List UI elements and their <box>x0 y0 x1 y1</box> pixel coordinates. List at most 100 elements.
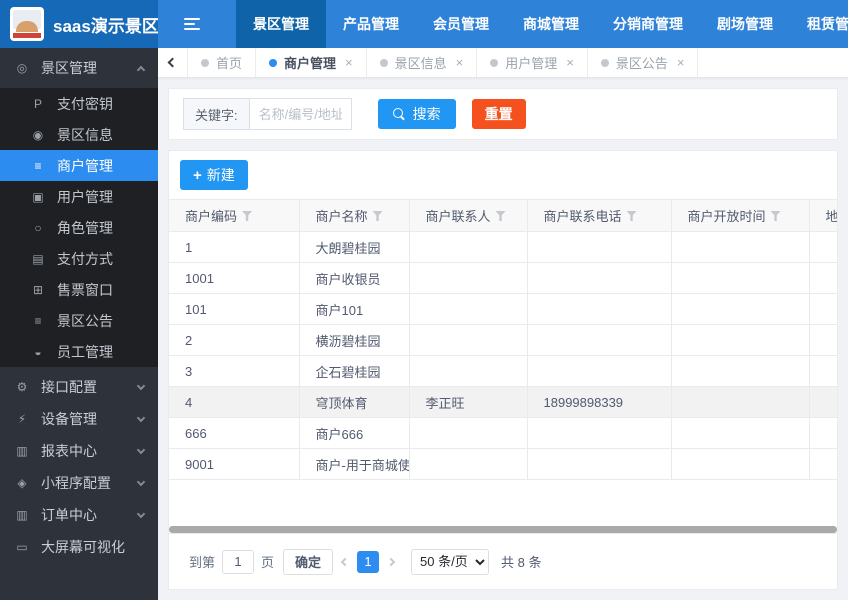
next-page-button[interactable] <box>386 557 396 566</box>
sidebar-item-订单中心[interactable]: ▥ 订单中心 <box>0 499 158 531</box>
top-header: saas演示景区 景区管理产品管理会员管理商城管理分销商管理剧场管理租赁管理 <box>0 0 848 48</box>
table-cell <box>526 355 672 387</box>
sidebar-item-员工管理[interactable]: ◒ 员工管理 <box>0 336 158 367</box>
nav-item-商城管理[interactable]: 商城管理 <box>506 0 596 48</box>
table-cell: 18999898339 <box>526 386 672 418</box>
table-cell: 1001 <box>169 262 300 294</box>
menu-fold-icon[interactable] <box>184 0 200 48</box>
table-cell: 大朗碧桂园 <box>298 231 410 263</box>
reset-button[interactable]: 重置 <box>471 99 526 129</box>
table-body: 1 大朗碧桂园 1001 商户收银员 101 商户101 2 横沥碧桂园 3 企石碧桂园 4 穹顶体育… <box>169 231 837 480</box>
tab-用户管理[interactable]: 用户管理 × <box>477 48 588 77</box>
sidebar-item-接口配置[interactable]: ⚙ 接口配置 <box>0 371 158 403</box>
search-input[interactable] <box>249 98 352 130</box>
table-cell <box>670 262 810 294</box>
column-header-label: 商户编码 <box>185 209 238 224</box>
page-number-input[interactable] <box>222 549 255 574</box>
confirm-button[interactable]: 确定 <box>283 548 334 575</box>
table-cell <box>808 417 837 449</box>
sidebar-item-小程序配置[interactable]: ◈ 小程序配置 <box>0 467 158 499</box>
table-cell: 穹顶体育 <box>298 386 410 418</box>
table-cell: 4 <box>169 386 300 418</box>
filter-icon[interactable] <box>495 211 506 221</box>
tab-景区信息[interactable]: 景区信息 × <box>367 48 478 77</box>
keyword-label: 关键字: <box>183 98 250 130</box>
sidebar-item-售票窗口[interactable]: ⊞ 售票窗口 <box>0 274 158 305</box>
chevron-left-icon <box>340 557 350 566</box>
tab-景区公告[interactable]: 景区公告 × <box>588 48 699 77</box>
staff-icon: ◒ <box>34 344 42 359</box>
pagination: 到第 页 确定 1 50 条/页 共 8 条 <box>169 533 837 589</box>
sidebar-item-大屏幕可视化[interactable]: ▭ 大屏幕可视化 <box>0 531 158 563</box>
order-icon: ▥ <box>16 508 28 522</box>
column-header-商户联系人[interactable]: 商户联系人 <box>408 199 528 232</box>
sidebar-item-角色管理[interactable]: ○ 角色管理 <box>0 212 158 243</box>
sidebar-item-设备管理[interactable]: ⚡ 设备管理 <box>0 403 158 435</box>
tab-首页[interactable]: 首页 <box>188 48 257 77</box>
column-header-label: 商户联系人 <box>425 209 491 224</box>
new-button[interactable]: + 新建 <box>180 160 248 190</box>
tab-dot <box>600 58 609 67</box>
page-size-select[interactable]: 50 条/页 <box>411 548 490 575</box>
sidebar-item-label: 订单中心 <box>41 507 97 523</box>
chevron-down-icon <box>136 413 146 422</box>
sidebar-item-景区公告[interactable]: ≡ 景区公告 <box>0 305 158 336</box>
column-header-商户名称[interactable]: 商户名称 <box>298 199 410 232</box>
sidebar-item-支付方式[interactable]: ▤ 支付方式 <box>0 243 158 274</box>
sidebar-item-label: 大屏幕可视化 <box>41 539 125 555</box>
column-header-商户联系电话[interactable]: 商户联系电话 <box>526 199 672 232</box>
scrollbar-thumb[interactable] <box>169 526 837 533</box>
tabs-back-button[interactable] <box>158 48 188 77</box>
tab-商户管理[interactable]: 商户管理 × <box>256 48 367 77</box>
nav-item-景区管理[interactable]: 景区管理 <box>236 0 326 48</box>
column-header-label: 地址 <box>826 209 838 224</box>
sidebar-item-报表中心[interactable]: ▥ 报表中心 <box>0 435 158 467</box>
close-icon[interactable]: × <box>345 55 353 70</box>
tabbar: 首页 商户管理 × 景区信息 × 用户管理 × 景区公告 × <box>158 48 848 78</box>
current-page-button[interactable]: 1 <box>357 550 380 573</box>
tab-label: 商户管理 <box>284 56 337 71</box>
sidebar-submenu: P 支付密钥 ◉ 景区信息 ≡ 商户管理 ▣ 用户管理 ○ 角色管理 ▤ 支付方式 ⊞ 售票窗口 ≡ 景区公告… <box>0 88 158 367</box>
chevron-down-icon <box>136 445 146 454</box>
table-row: 1001 商户收银员 <box>169 262 837 294</box>
filter-icon[interactable] <box>372 211 383 221</box>
column-header-商户开放时间[interactable]: 商户开放时间 <box>670 199 810 232</box>
nav-item-会员管理[interactable]: 会员管理 <box>416 0 506 48</box>
tab-label: 首页 <box>216 56 243 71</box>
nav-item-产品管理[interactable]: 产品管理 <box>326 0 416 48</box>
table-cell <box>670 324 810 356</box>
table-cell <box>670 386 810 418</box>
close-icon[interactable]: × <box>677 55 685 70</box>
filter-icon[interactable] <box>770 211 781 221</box>
filter-icon[interactable] <box>242 211 253 221</box>
column-header-地址[interactable]: 地址 <box>808 199 838 232</box>
sidebar-item-支付密钥[interactable]: P 支付密钥 <box>0 88 158 119</box>
table-cell: 商户-用于商城使用 <box>298 448 410 480</box>
sidebar-item-用户管理[interactable]: ▣ 用户管理 <box>0 181 158 212</box>
close-icon[interactable]: × <box>566 55 574 70</box>
table-cell <box>808 386 837 418</box>
nav-item-剧场管理[interactable]: 剧场管理 <box>700 0 790 48</box>
tab-label: 景区信息 <box>394 56 447 71</box>
filter-icon[interactable] <box>626 211 637 221</box>
horizontal-scrollbar[interactable] <box>169 526 837 533</box>
sidebar-item-label: 景区信息 <box>57 126 113 143</box>
content-area: 关键字: 搜索 重置 + 新建 <box>158 78 848 600</box>
sidebar-group-scenic[interactable]: ◎ 景区管理 <box>0 48 158 88</box>
sidebar-item-景区信息[interactable]: ◉ 景区信息 <box>0 119 158 150</box>
role-icon: ○ <box>34 220 42 235</box>
search-button[interactable]: 搜索 <box>377 99 456 129</box>
nav-item-租赁管理[interactable]: 租赁管理 <box>790 0 848 48</box>
sidebar-item-label: 角色管理 <box>57 219 113 236</box>
column-header-商户编码[interactable]: 商户编码 <box>169 199 300 232</box>
sidebar-item-label: 接口配置 <box>41 379 97 395</box>
table-row: 4 穹顶体育 李正旺 18999898339 <box>169 386 837 418</box>
search-panel: 关键字: 搜索 重置 <box>168 88 838 140</box>
close-icon[interactable]: × <box>456 55 464 70</box>
sidebar-item-商户管理[interactable]: ≡ 商户管理 <box>0 150 158 181</box>
map-pin-icon: ◎ <box>16 61 28 75</box>
prev-page-button[interactable] <box>340 557 350 566</box>
nav-item-分销商管理[interactable]: 分销商管理 <box>596 0 700 48</box>
table-header-row: 商户编码 商户名称 商户联系人 商户联系电话 商户开放时间 地址 <box>169 199 838 232</box>
chevron-down-icon <box>136 477 146 486</box>
